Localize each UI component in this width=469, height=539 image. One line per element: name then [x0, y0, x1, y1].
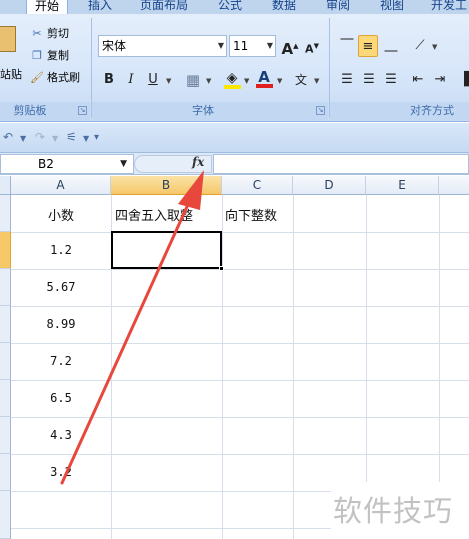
- annotation-arrow: [60, 170, 204, 485]
- watermark-text: 软件技巧: [333, 494, 454, 528]
- arrow-shaft: [60, 198, 192, 485]
- arrow-head: [178, 170, 204, 210]
- watermark: 软件技巧: [331, 482, 469, 539]
